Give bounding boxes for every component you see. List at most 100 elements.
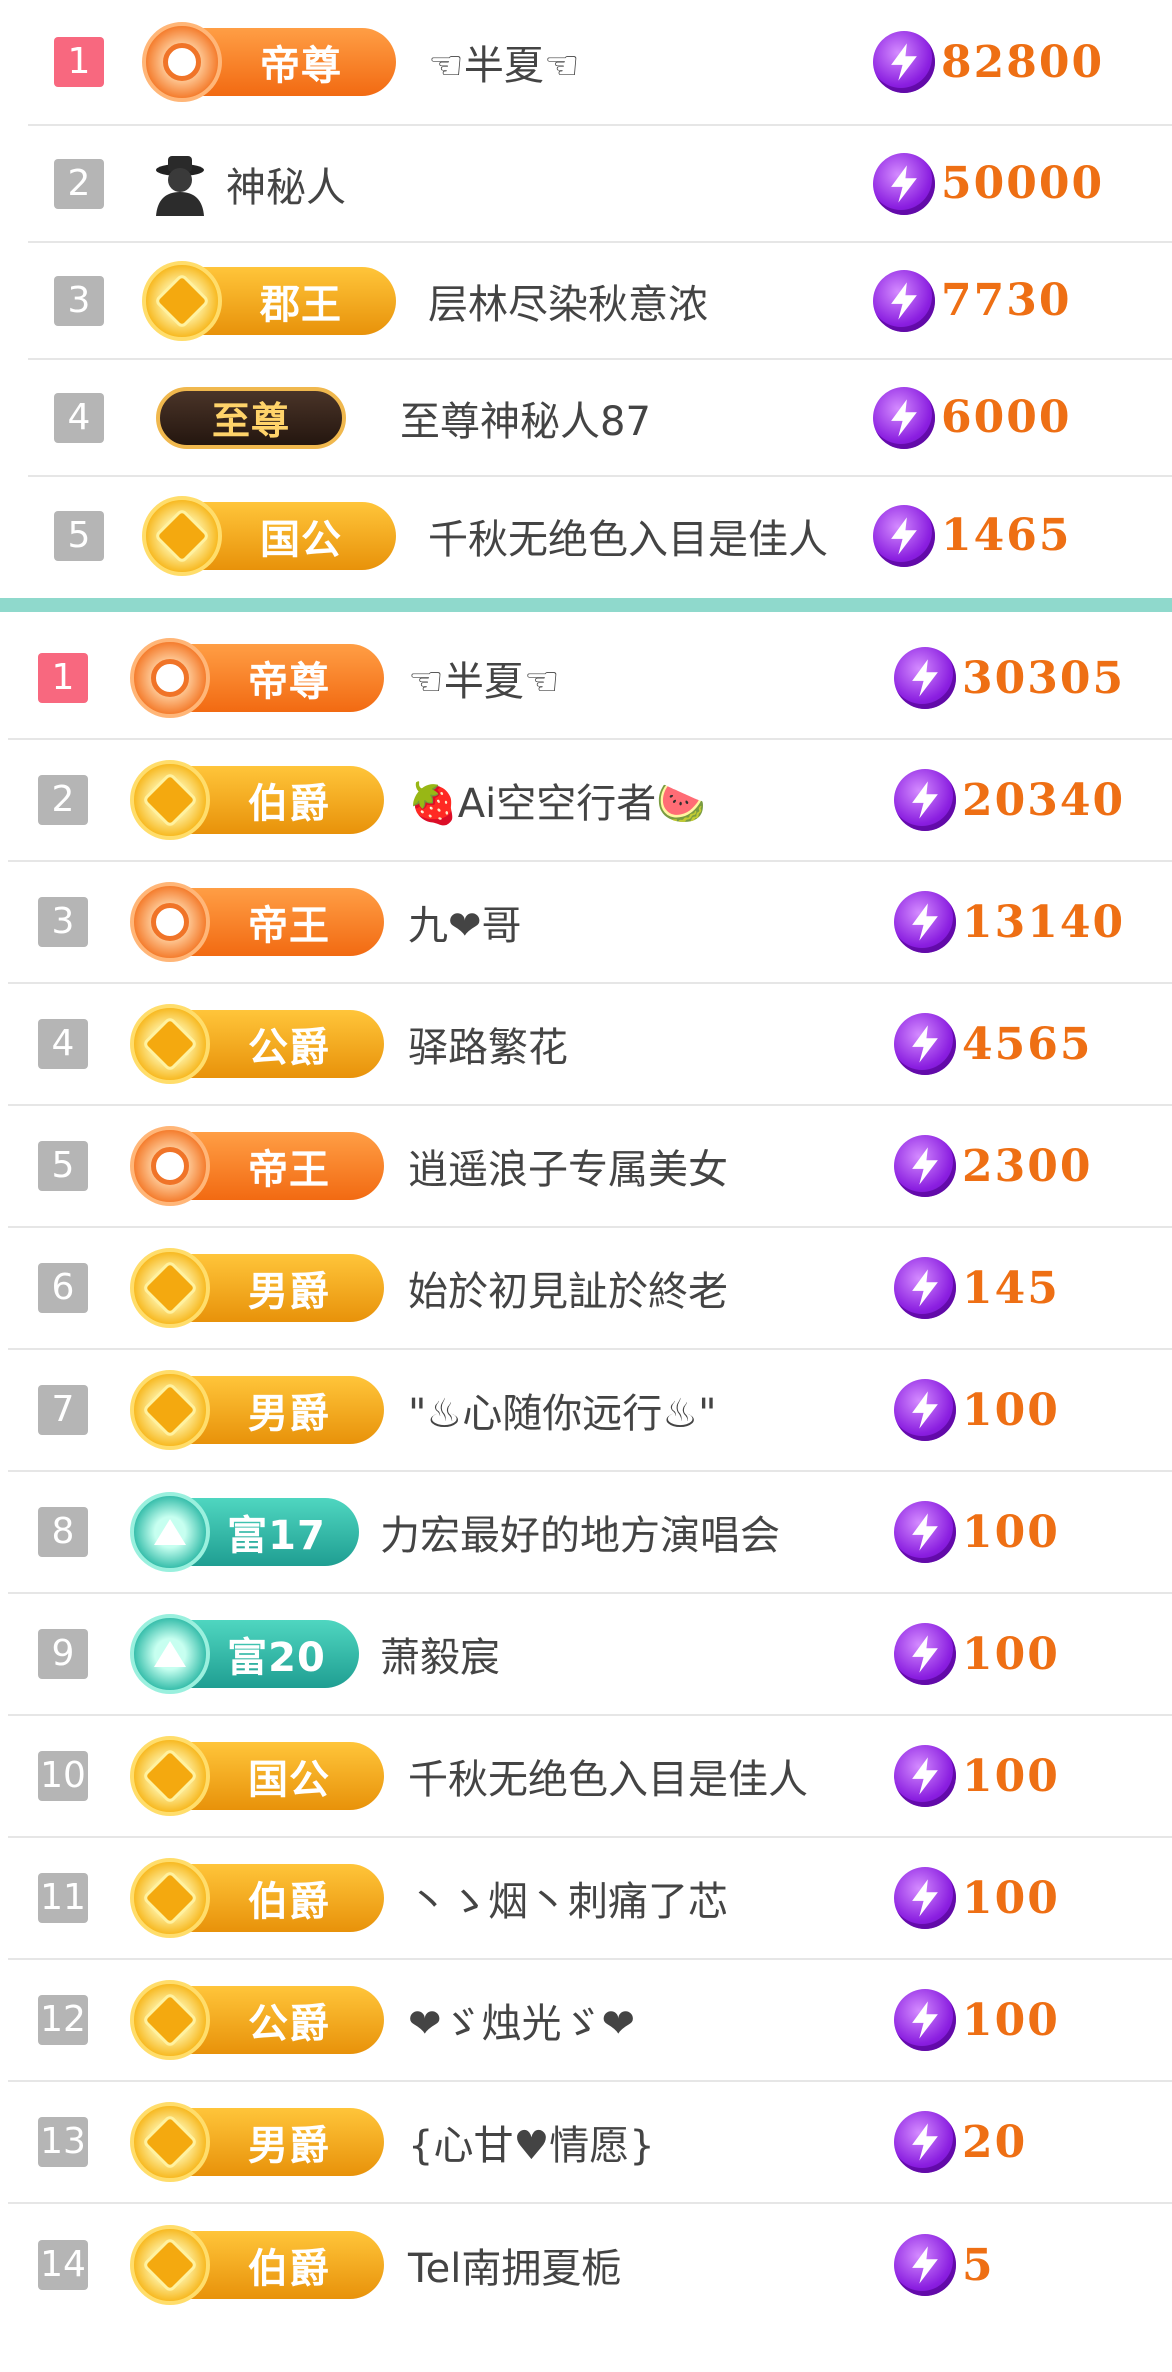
badge-label: 帝王: [248, 903, 330, 949]
ranking-row[interactable]: 11 伯爵 丶ゝ烟丶刺痛了芯 100: [8, 1838, 1172, 1960]
rank-number: 10: [38, 1751, 88, 1801]
user-name[interactable]: "♨心随你远行♨": [408, 1381, 717, 1439]
user-name[interactable]: 始於初見訨於終老: [408, 1259, 728, 1317]
ranking-row[interactable]: 1 帝尊 ☜半夏☜ 82800: [28, 0, 1172, 126]
badge-label: 公爵: [248, 2001, 330, 2047]
score-value: 30305: [962, 652, 1126, 704]
rank-number: 8: [38, 1507, 88, 1557]
rank-number: 1: [38, 653, 88, 703]
user-name[interactable]: 丶ゝ烟丶刺痛了芯: [408, 1869, 728, 1927]
rank-number: 2: [54, 158, 104, 209]
badge-emblem-icon: [130, 1858, 210, 1938]
score-block: 1465: [873, 504, 1072, 567]
badge-emblem-core: [141, 771, 199, 829]
score-value: 100: [962, 1506, 1060, 1558]
ranking-row[interactable]: 4 公爵 驿路繁花 4565: [8, 984, 1172, 1106]
user-name[interactable]: {心甘♥情愿}: [408, 2113, 655, 2171]
user-name[interactable]: 力宏最好的地方演唱会: [380, 1503, 780, 1561]
score-block: 82800: [873, 31, 1104, 93]
badge-emblem-core: [151, 659, 189, 697]
lightning-coin-icon: [873, 152, 935, 215]
lightning-coin-icon: [894, 891, 956, 953]
user-name[interactable]: ❤ゞ烛光ゞ❤: [408, 1991, 635, 2049]
badge-label: 郡王: [260, 281, 342, 328]
user-name[interactable]: 至尊神秘人87: [400, 389, 651, 447]
rank-badge: 帝尊: [130, 638, 384, 718]
badge-label: 男爵: [248, 1269, 330, 1315]
top-ranking-list: 1 帝尊 ☜半夏☜ 82800 2 神秘人 50000 3 郡王 层林尽染秋意浓 7730 4 至尊 至尊…: [0, 0, 1172, 594]
rank-number: 3: [54, 275, 104, 326]
user-name[interactable]: 🍓Ai空空行者🍉: [408, 771, 706, 829]
badge-label: 伯爵: [248, 1879, 330, 1925]
lightning-coin-icon: [894, 1257, 956, 1319]
ranking-row[interactable]: 9 富20 萧毅宸 100: [8, 1594, 1172, 1716]
rank-badge: 帝尊: [142, 22, 396, 102]
badge-label: 国公: [248, 1757, 330, 1803]
score-value: 1465: [941, 510, 1072, 561]
badge-emblem-icon: [142, 22, 222, 102]
lightning-coin-icon: [894, 1135, 956, 1197]
section-divider: [0, 598, 1172, 612]
badge-emblem-core: [151, 903, 189, 941]
score-block: 100: [894, 1501, 1060, 1563]
rank-number: 5: [54, 510, 104, 561]
user-name[interactable]: 驿路繁花: [408, 1015, 568, 1073]
user-name[interactable]: 神秘人: [226, 155, 346, 213]
rank-badge: 伯爵: [130, 760, 384, 840]
lightning-coin-icon: [894, 1379, 956, 1441]
rank-badge: 男爵: [130, 1248, 384, 1328]
ranking-row[interactable]: 4 至尊 至尊神秘人87 6000: [28, 360, 1172, 477]
badge-emblem-core: [141, 1381, 199, 1439]
user-name[interactable]: ☜半夏☜: [408, 649, 560, 707]
ranking-row[interactable]: 13 男爵 {心甘♥情愿} 20: [8, 2082, 1172, 2204]
ranking-row[interactable]: 12 公爵 ❤ゞ烛光ゞ❤ 100: [8, 1960, 1172, 2082]
score-value: 100: [962, 1384, 1060, 1436]
ranking-row[interactable]: 5 国公 千秋无绝色入目是佳人 1465: [28, 477, 1172, 594]
user-name[interactable]: ☜半夏☜: [428, 33, 580, 91]
lightning-coin-icon: [894, 1013, 956, 1075]
user-name[interactable]: 九❤哥: [408, 893, 522, 951]
user-name[interactable]: 萧毅宸: [380, 1625, 500, 1683]
user-name[interactable]: 千秋无绝色入目是佳人: [408, 1747, 808, 1805]
rank-number: 1: [54, 37, 104, 87]
ranking-row[interactable]: 7 男爵 "♨心随你远行♨" 100: [8, 1350, 1172, 1472]
score-value: 100: [962, 1994, 1060, 2046]
rank-badge: 富17: [130, 1492, 359, 1572]
score-block: 100: [894, 1379, 1060, 1441]
badge-label: 至尊: [211, 399, 290, 443]
score-value: 20340: [962, 774, 1126, 826]
score-block: 50000: [873, 152, 1104, 215]
score-block: 6000: [873, 386, 1071, 449]
ranking-row[interactable]: 10 国公 千秋无绝色入目是佳人 100: [8, 1716, 1172, 1838]
score-block: 100: [894, 1623, 1060, 1685]
ranking-row[interactable]: 3 郡王 层林尽染秋意浓 7730: [28, 243, 1172, 360]
rank-number: 4: [54, 392, 104, 443]
badge-emblem-icon: [130, 1126, 210, 1206]
score-value: 13140: [962, 896, 1126, 948]
ranking-row[interactable]: 1 帝尊 ☜半夏☜ 30305: [8, 618, 1172, 740]
badge-emblem-icon: [130, 1370, 210, 1450]
ranking-row[interactable]: 2 伯爵 🍓Ai空空行者🍉 20340: [8, 740, 1172, 862]
score-value: 2300: [962, 1140, 1093, 1192]
rank-number: 3: [38, 897, 88, 947]
ranking-row[interactable]: 3 帝王 九❤哥 13140: [8, 862, 1172, 984]
user-name[interactable]: Tel南拥夏栀: [408, 2236, 621, 2294]
rank-badge: 国公: [142, 495, 396, 576]
rank-badge: 伯爵: [130, 1858, 384, 1938]
score-block: 100: [894, 1745, 1060, 1807]
user-name[interactable]: 千秋无绝色入目是佳人: [428, 507, 828, 565]
ranking-row[interactable]: 5 帝王 逍遥浪子专属美女 2300: [8, 1106, 1172, 1228]
bottom-ranking-list: 1 帝尊 ☜半夏☜ 30305 2 伯爵 🍓Ai空空行者🍉 20340 3 帝王 九❤哥 13140 4…: [0, 618, 1172, 2326]
ranking-row[interactable]: 14 伯爵 Tel南拥夏栀 5: [8, 2204, 1172, 2326]
ranking-row[interactable]: 6 男爵 始於初見訨於終老 145: [8, 1228, 1172, 1350]
rank-number: 4: [38, 1019, 88, 1069]
user-name[interactable]: 逍遥浪子专属美女: [408, 1137, 728, 1195]
score-block: 20340: [894, 769, 1125, 831]
badge-emblem-core: [141, 2113, 199, 2171]
ranking-row[interactable]: 2 神秘人 50000: [28, 126, 1172, 243]
badge-label: 帝王: [248, 1147, 330, 1193]
rank-badge: 男爵: [130, 1370, 384, 1450]
user-name[interactable]: 层林尽染秋意浓: [428, 272, 708, 330]
ranking-row[interactable]: 8 富17 力宏最好的地方演唱会 100: [8, 1472, 1172, 1594]
lightning-coin-icon: [894, 1867, 956, 1929]
